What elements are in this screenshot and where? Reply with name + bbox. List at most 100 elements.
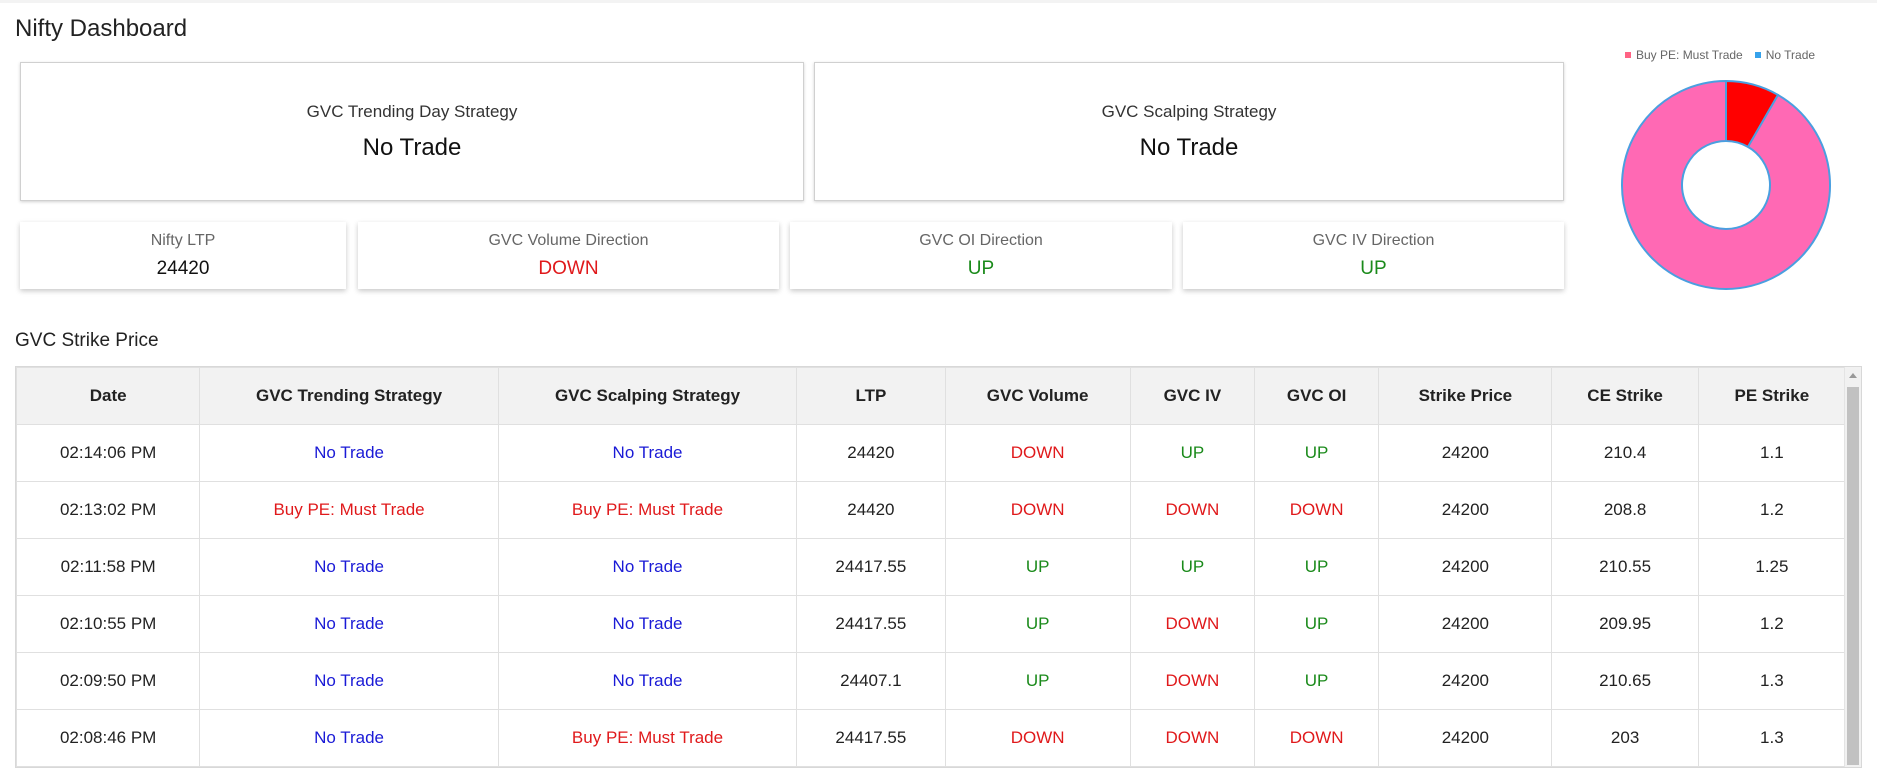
cell-strike-price: 24200 — [1378, 595, 1553, 653]
cell-scalping-strategy: No Trade — [497, 652, 798, 710]
legend-swatch-no-trade — [1754, 52, 1761, 58]
cell-volume: DOWN — [944, 424, 1131, 482]
cell-trending-strategy: No Trade — [199, 424, 499, 482]
cell-pe-strike: 1.2 — [1697, 595, 1847, 653]
donut-slice-no-trade[interactable] — [1621, 79, 1831, 290]
cell-volume: UP — [944, 652, 1131, 710]
strike-price-table: Date GVC Trending Strategy GVC Scalping … — [16, 367, 1847, 767]
cell-volume: UP — [944, 538, 1131, 596]
nifty-ltp-card: Nifty LTP 24420 — [20, 222, 346, 289]
legend-label-no-trade: No Trade — [1765, 48, 1816, 62]
cell-scalping-strategy: No Trade — [497, 538, 798, 596]
iv-direction-card: GVC IV Direction UP — [1183, 222, 1564, 289]
scalping-strategy-card: GVC Scalping Strategy No Trade — [814, 62, 1564, 201]
cell-trending-strategy: No Trade — [199, 595, 499, 653]
cell-pe-strike: 1.2 — [1697, 481, 1847, 539]
cell-strike-price: 24200 — [1378, 709, 1553, 767]
legend-label-buy: Buy PE: Must Trade — [1636, 48, 1743, 62]
chart-legend: Buy PE: Must Trade No Trade — [1625, 48, 1815, 62]
nifty-ltp-value: 24420 — [156, 257, 210, 279]
cell-ltp: 24420 — [796, 424, 946, 482]
table-row[interactable]: 02:10:55 PM No Trade No Trade 24417.55 UP DOW… — [16, 595, 1847, 653]
cell-pe-strike: 1.3 — [1697, 709, 1847, 767]
table-scrollbar[interactable] — [1844, 367, 1861, 767]
cell-scalping-strategy: Buy PE: Must Trade — [497, 709, 798, 767]
cell-iv: UP — [1129, 424, 1256, 482]
cell-strike-price: 24200 — [1378, 424, 1553, 482]
cell-date: 02:08:46 PM — [16, 709, 201, 767]
cell-scalping-strategy: No Trade — [497, 424, 798, 482]
table-row[interactable]: 02:08:46 PM No Trade Buy PE: Must Trade 244… — [16, 709, 1847, 767]
column-header-scalping[interactable]: GVC Scalping Strategy — [497, 367, 798, 425]
column-header-oi[interactable]: GVC OI — [1253, 367, 1380, 425]
column-header-strike-price[interactable]: Strike Price — [1378, 367, 1553, 425]
column-header-pe-strike[interactable]: PE Strike — [1697, 367, 1847, 425]
scroll-up-arrow-icon[interactable] — [1849, 373, 1857, 378]
strike-price-section-title: GVC Strike Price — [15, 330, 159, 351]
oi-direction-value: UP — [967, 257, 995, 279]
cell-iv: DOWN — [1129, 595, 1256, 653]
cell-oi: UP — [1253, 538, 1380, 596]
scalping-strategy-title: GVC Scalping Strategy — [1101, 101, 1277, 121]
column-header-volume[interactable]: GVC Volume — [944, 367, 1131, 425]
cell-pe-strike: 1.3 — [1697, 652, 1847, 710]
cell-oi: DOWN — [1253, 481, 1380, 539]
cell-strike-price: 24200 — [1378, 538, 1553, 596]
cell-iv: DOWN — [1129, 652, 1256, 710]
cell-ce-strike: 210.65 — [1551, 652, 1699, 710]
cell-volume: DOWN — [944, 481, 1131, 539]
iv-direction-title: GVC IV Direction — [1312, 231, 1435, 249]
cell-date: 02:13:02 PM — [16, 481, 201, 539]
legend-item-buy[interactable]: Buy PE: Must Trade — [1625, 48, 1743, 62]
oi-direction-card: GVC OI Direction UP — [790, 222, 1172, 289]
cell-ltp: 24417.55 — [796, 709, 946, 767]
volume-direction-title: GVC Volume Direction — [488, 231, 649, 249]
cell-pe-strike: 1.25 — [1697, 538, 1847, 596]
cell-date: 02:09:50 PM — [16, 652, 201, 710]
cell-ltp: 24407.1 — [796, 652, 946, 710]
oi-direction-title: GVC OI Direction — [919, 231, 1043, 249]
column-header-iv[interactable]: GVC IV — [1129, 367, 1256, 425]
cell-ltp: 24417.55 — [796, 595, 946, 653]
volume-direction-value: DOWN — [538, 257, 599, 279]
cell-iv: DOWN — [1129, 481, 1256, 539]
scroll-thumb[interactable] — [1847, 387, 1859, 765]
table-row[interactable]: 02:13:02 PM Buy PE: Must Trade Buy PE: Mus… — [16, 481, 1847, 539]
cell-ce-strike: 209.95 — [1551, 595, 1699, 653]
table-row[interactable]: 02:09:50 PM No Trade No Trade 24407.1 UP DOWN… — [16, 652, 1847, 710]
column-header-date[interactable]: Date — [16, 367, 201, 425]
cell-date: 02:10:55 PM — [16, 595, 201, 653]
legend-swatch-buy — [1625, 52, 1631, 58]
cell-strike-price: 24200 — [1378, 481, 1553, 539]
cell-strike-price: 24200 — [1378, 652, 1553, 710]
cell-date: 02:14:06 PM — [16, 424, 201, 482]
table-row[interactable]: 02:11:58 PM No Trade No Trade 24417.55 UP UP U… — [16, 538, 1847, 596]
strike-price-table-container: Date GVC Trending Strategy GVC Scalping … — [15, 366, 1862, 768]
table-row[interactable]: 02:14:06 PM No Trade No Trade 24420 DOWN UP UP… — [16, 424, 1847, 482]
cell-pe-strike: 1.1 — [1697, 424, 1847, 482]
cell-volume: UP — [944, 595, 1131, 653]
column-header-trending[interactable]: GVC Trending Strategy — [199, 367, 499, 425]
cell-scalping-strategy: Buy PE: Must Trade — [497, 481, 798, 539]
cell-ce-strike: 203 — [1551, 709, 1699, 767]
trade-signal-donut-chart: Buy PE: Must Trade No Trade — [1600, 40, 1860, 310]
cell-trending-strategy: No Trade — [199, 538, 499, 596]
column-header-ltp[interactable]: LTP — [796, 367, 946, 425]
table-header-row: Date GVC Trending Strategy GVC Scalping … — [16, 367, 1847, 425]
cell-oi: UP — [1253, 652, 1380, 710]
cell-oi: DOWN — [1253, 709, 1380, 767]
page-title: Nifty Dashboard — [15, 15, 188, 42]
legend-item-no-trade[interactable]: No Trade — [1754, 48, 1816, 62]
cell-ce-strike: 208.8 — [1551, 481, 1699, 539]
donut-svg — [1621, 79, 1831, 290]
cell-oi: UP — [1253, 424, 1380, 482]
nifty-ltp-title: Nifty LTP — [150, 231, 216, 249]
volume-direction-card: GVC Volume Direction DOWN — [358, 222, 779, 289]
cell-ltp: 24417.55 — [796, 538, 946, 596]
trending-strategy-title: GVC Trending Day Strategy — [306, 101, 518, 121]
column-header-ce-strike[interactable]: CE Strike — [1551, 367, 1699, 425]
top-divider — [0, 0, 1877, 3]
scalping-strategy-value: No Trade — [1139, 133, 1239, 161]
cell-iv: UP — [1129, 538, 1256, 596]
cell-volume: DOWN — [944, 709, 1131, 767]
